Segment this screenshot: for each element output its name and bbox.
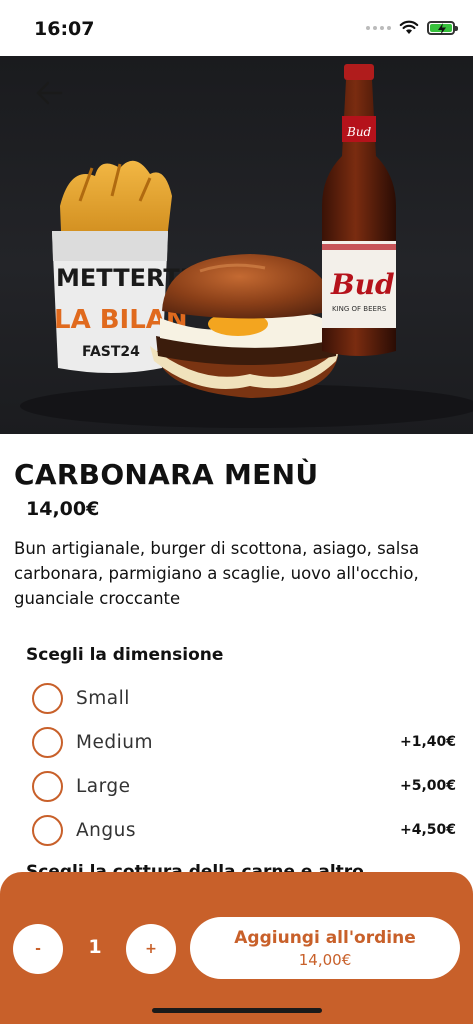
minus-label: - <box>35 941 41 957</box>
home-indicator[interactable] <box>152 1008 322 1013</box>
option-price: +4,50€ <box>399 822 456 838</box>
status-bar: 16:07 <box>0 0 473 56</box>
svg-text:Bud: Bud <box>346 125 372 139</box>
radio-button[interactable] <box>32 770 63 802</box>
back-button[interactable] <box>26 70 72 116</box>
add-to-order-label: Aggiungi all'ordine <box>234 927 416 948</box>
wifi-icon <box>399 20 419 34</box>
size-section-title: Scegli la dimensione <box>26 645 224 665</box>
product-price: 14,00€ <box>26 498 100 520</box>
option-label: Angus <box>76 819 136 841</box>
status-icons <box>366 20 458 35</box>
battery-icon <box>427 20 458 35</box>
radio-button[interactable] <box>32 814 63 846</box>
arrow-left-icon <box>36 81 63 105</box>
product-description: Bun artigianale, burger di scottona, asi… <box>14 539 420 608</box>
size-option-large[interactable]: Large +5,00€ <box>32 768 458 804</box>
radio-button[interactable] <box>32 682 63 714</box>
product-hero-image: METTERTI A LA BILAN FAST24 Bud Bud KING … <box>0 56 473 434</box>
plus-label: + <box>145 941 157 957</box>
cellular-signal-icon <box>366 25 391 30</box>
bottle-label: Bud <box>330 268 395 301</box>
size-option-small[interactable]: Small <box>32 680 458 716</box>
size-option-medium[interactable]: Medium +1,40€ <box>32 724 458 760</box>
size-option-angus[interactable]: Angus +4,50€ <box>32 812 458 848</box>
decrease-quantity-button[interactable]: - <box>13 924 63 974</box>
status-time: 16:07 <box>34 18 95 40</box>
option-label: Large <box>76 775 131 797</box>
option-label: Small <box>76 687 130 709</box>
cup-logo: FAST24 <box>82 344 140 360</box>
increase-quantity-button[interactable]: + <box>126 924 176 974</box>
product-title: CARBONARA MENÙ <box>14 458 319 491</box>
option-label: Medium <box>76 731 153 753</box>
bottle-sublabel: KING OF BEERS <box>332 305 387 313</box>
quantity-value: 1 <box>88 936 102 958</box>
option-price: +5,00€ <box>399 778 456 794</box>
add-to-order-button[interactable]: Aggiungi all'ordine 14,00€ <box>190 917 460 979</box>
option-price: +1,40€ <box>399 734 456 750</box>
radio-button[interactable] <box>32 726 63 758</box>
order-bar: - 1 + Aggiungi all'ordine 14,00€ <box>0 872 473 1024</box>
add-to-order-price: 14,00€ <box>298 950 352 969</box>
